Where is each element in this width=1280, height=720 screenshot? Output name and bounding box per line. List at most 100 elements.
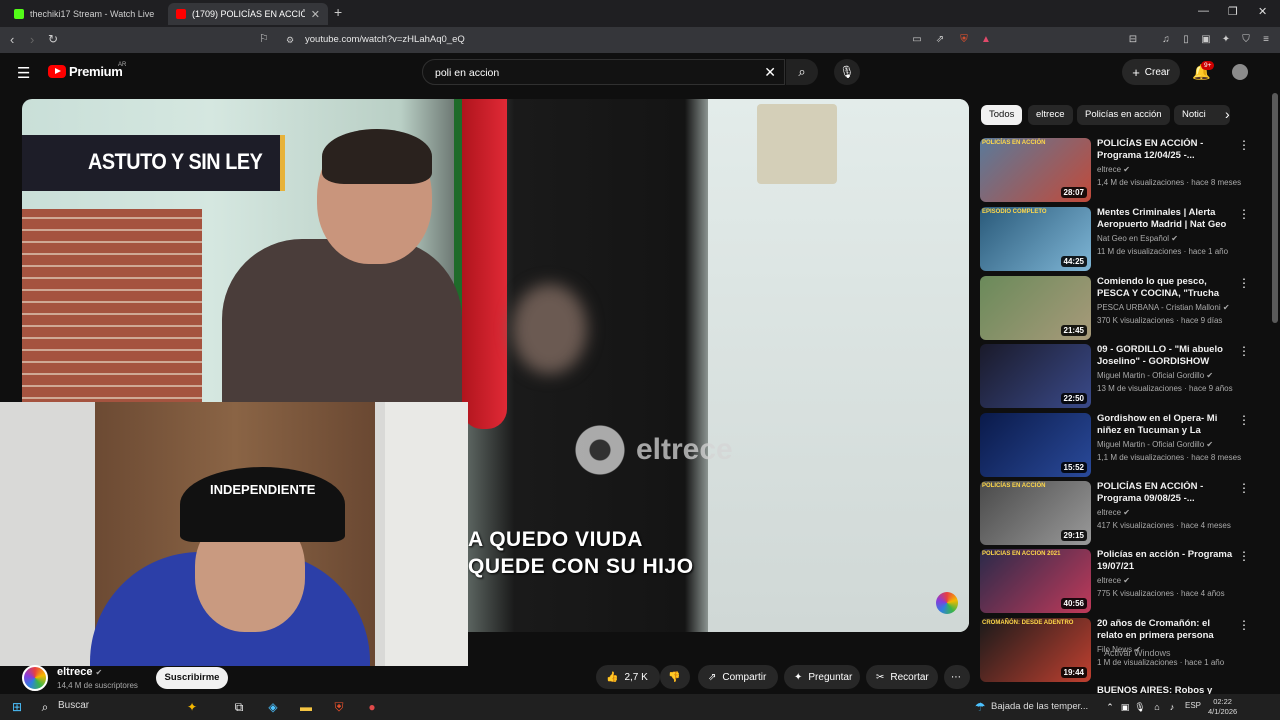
recommendation-item[interactable]: EPISODIO COMPLETO 44:25 Mentes Criminales …	[980, 207, 1260, 271]
recommendation-item[interactable]: 21:45 Comiendo lo que pesco, PESCA Y COCI…	[980, 276, 1260, 340]
cast-icon[interactable]: ▭	[911, 34, 923, 46]
rec-channel[interactable]: eltrece ✔	[1097, 576, 1130, 585]
chip-todos[interactable]: Todos	[981, 105, 1023, 125]
rec-channel[interactable]: PESCA URBANA - Cristian Malloni ✔	[1097, 303, 1230, 312]
chip-policias[interactable]: Policías en acción	[1077, 105, 1170, 125]
more-options-icon[interactable]: ⋮	[1238, 618, 1250, 632]
back-icon[interactable]: ‹	[10, 32, 14, 47]
windows-start-icon[interactable]: ⊞	[10, 700, 24, 714]
rec-channel[interactable]: Miguel Martin - Oficial Gordillo ✔	[1097, 440, 1213, 449]
rec-thumbnail[interactable]: POLICÍAS EN ACCIÓN 29:15	[980, 481, 1091, 545]
chip-eltrece[interactable]: eltrece	[1028, 105, 1073, 125]
channel-avatar[interactable]	[22, 665, 48, 691]
vpn-icon[interactable]: ⛉	[1240, 34, 1252, 46]
file-explorer-icon[interactable]: ▬	[299, 700, 313, 714]
more-options-icon[interactable]: ⋮	[1238, 207, 1250, 221]
rec-thumbnail[interactable]: CROMAÑÓN: DESDE ADENTRO 19:44	[980, 618, 1091, 682]
rec-title[interactable]: Comiendo lo que pesco, PESCA Y COCINA, "…	[1097, 276, 1237, 301]
sidebar-toggle-icon[interactable]: ⊟	[1127, 34, 1139, 46]
voice-search-button[interactable]: 🎙	[834, 59, 860, 85]
more-options-icon[interactable]: ⋮	[1238, 481, 1250, 495]
rec-thumbnail[interactable]: POLICIAS EN ACCION 2021 40:56	[980, 549, 1091, 613]
browser-tab-kick[interactable]: thechiki17 Stream - Watch Live o	[6, 3, 162, 25]
rec-title[interactable]: 09 - GORDILLO - "Mi abuelo Joselino" - G…	[1097, 344, 1237, 369]
subscribe-button[interactable]: Suscribirme	[156, 667, 228, 689]
like-button[interactable]: 👍 2,7 K	[596, 665, 660, 689]
rec-thumbnail[interactable]: 21:45	[980, 276, 1091, 340]
site-info-icon[interactable]: ⚙	[286, 35, 294, 46]
copilot-app-icon[interactable]: ◈	[266, 700, 280, 714]
network-icon[interactable]: ⌂	[1150, 700, 1164, 714]
language-indicator[interactable]: ESP	[1185, 701, 1201, 710]
rec-thumbnail[interactable]: POLICÍAS EN ACCIÓN 28:07	[980, 138, 1091, 202]
bookmark-icon[interactable]: ⚐	[259, 32, 269, 45]
recommendation-item[interactable]: 15:52 Gordishow en el Opera- Mi niñez en …	[980, 413, 1260, 477]
search-button[interactable]: ⌕	[786, 59, 818, 85]
youtube-logo-icon[interactable]	[48, 65, 66, 78]
panel-icon[interactable]: ▯	[1180, 34, 1192, 46]
dislike-button[interactable]: 👎	[660, 665, 690, 689]
extensions-icon[interactable]: ✦	[1220, 34, 1232, 46]
brave-rewards-icon[interactable]: ▲	[980, 34, 992, 46]
media-icon[interactable]: ♫	[1160, 34, 1172, 46]
hamburger-menu-icon[interactable]: ☰	[17, 64, 30, 82]
menu-icon[interactable]: ≡	[1260, 34, 1272, 46]
brave-browser-icon[interactable]: ⛨	[332, 700, 346, 714]
url-field[interactable]: youtube.com/watch?v=zHLahAq0_eQ	[305, 34, 465, 45]
close-window-icon[interactable]: ✕	[1258, 5, 1267, 18]
rec-channel[interactable]: Nat Geo en Español ✔	[1097, 234, 1178, 243]
copilot-icon[interactable]: ✦	[185, 700, 199, 714]
more-options-icon[interactable]: ⋮	[1238, 138, 1250, 152]
weather-text[interactable]: Bajada de las temper...	[991, 701, 1088, 712]
ask-button[interactable]: ✦ Preguntar	[784, 665, 860, 689]
taskbar-search-box[interactable]: Buscar	[58, 700, 89, 711]
clip-button[interactable]: ✂ Recortar	[866, 665, 938, 689]
account-avatar[interactable]	[1232, 64, 1248, 80]
new-tab-button[interactable]: +	[334, 4, 342, 20]
tray-mic-icon[interactable]: 🎙	[1133, 700, 1147, 714]
rec-title[interactable]: 20 años de Cromañón: el relato en primer…	[1097, 618, 1237, 642]
create-button[interactable]: + Crear	[1122, 59, 1180, 85]
recommendation-item[interactable]: POLICÍAS EN ACCIÓN 28:07 POLICÍAS EN ACCIÓ…	[980, 138, 1260, 202]
clock[interactable]: 02:22 4/1/2026	[1208, 697, 1237, 717]
rec-channel[interactable]: eltrece ✔	[1097, 165, 1130, 174]
rec-thumbnail[interactable]: EPISODIO COMPLETO 44:25	[980, 207, 1091, 271]
forward-icon[interactable]: ›	[30, 32, 34, 47]
more-actions-button[interactable]: ⋯	[944, 665, 970, 689]
youtube-premium-logo[interactable]: Premium	[69, 64, 123, 79]
channel-name[interactable]: eltrece ✔	[57, 666, 102, 678]
brave-shield-icon[interactable]: ⛨	[958, 34, 970, 46]
rec-title[interactable]: POLICÍAS EN ACCIÓN - Programa 12/04/25 -…	[1097, 138, 1237, 162]
more-options-icon[interactable]: ⋮	[1238, 549, 1250, 563]
share-button[interactable]: ⇗ Compartir	[698, 665, 778, 689]
search-box[interactable]: poli en accion ✕	[422, 59, 785, 85]
rec-channel[interactable]: Miguel Martin - Oficial Gordillo ✔	[1097, 371, 1213, 380]
maximize-icon[interactable]: ❐	[1228, 5, 1238, 18]
recommendation-item[interactable]: POLICIAS EN ACCION 2021 40:56 Policías en …	[980, 549, 1260, 613]
tray-app-icon[interactable]: ▣	[1118, 700, 1132, 714]
recommendation-item[interactable]: POLICÍAS EN ACCIÓN 29:15 POLICÍAS EN ACCIÓ…	[980, 481, 1260, 545]
clear-search-icon[interactable]: ✕	[764, 64, 776, 81]
share-page-icon[interactable]: ⇗	[934, 34, 946, 46]
browser-tab-youtube[interactable]: (1709) POLICÍAS EN ACCIÓN ✕	[168, 3, 328, 25]
chip-noticias[interactable]: Notici	[1174, 105, 1230, 125]
page-scrollbar[interactable]	[1272, 93, 1278, 323]
task-view-icon[interactable]: ⧉	[232, 700, 246, 714]
chevron-right-icon[interactable]: ›	[1225, 106, 1230, 122]
rec-channel[interactable]: eltrece ✔	[1097, 508, 1130, 517]
search-input[interactable]: poli en accion	[435, 67, 499, 79]
wallet-icon[interactable]: ▣	[1200, 34, 1212, 46]
more-options-icon[interactable]: ⋮	[1238, 344, 1250, 358]
minimize-icon[interactable]: —	[1198, 5, 1209, 17]
recommendation-item[interactable]: 22:50 09 - GORDILLO - "Mi abuelo Joselino…	[980, 344, 1260, 408]
obs-icon[interactable]: ●	[365, 700, 379, 714]
rec-title[interactable]: POLICÍAS EN ACCIÓN - Programa 09/08/25 -…	[1097, 481, 1237, 505]
more-options-icon[interactable]: ⋮	[1238, 413, 1250, 427]
close-tab-icon[interactable]: ✕	[311, 8, 320, 21]
rec-title[interactable]: Policías en acción - Programa 19/07/21	[1097, 549, 1237, 573]
tray-chevron-icon[interactable]: ⌃	[1103, 700, 1117, 714]
rec-thumbnail[interactable]: 15:52	[980, 413, 1091, 477]
rec-title[interactable]: Gordishow en el Opera- Mi niñez en Tucum…	[1097, 413, 1237, 438]
more-options-icon[interactable]: ⋮	[1238, 276, 1250, 290]
rec-title[interactable]: Mentes Criminales | Alerta Aeropuerto Ma…	[1097, 207, 1237, 232]
